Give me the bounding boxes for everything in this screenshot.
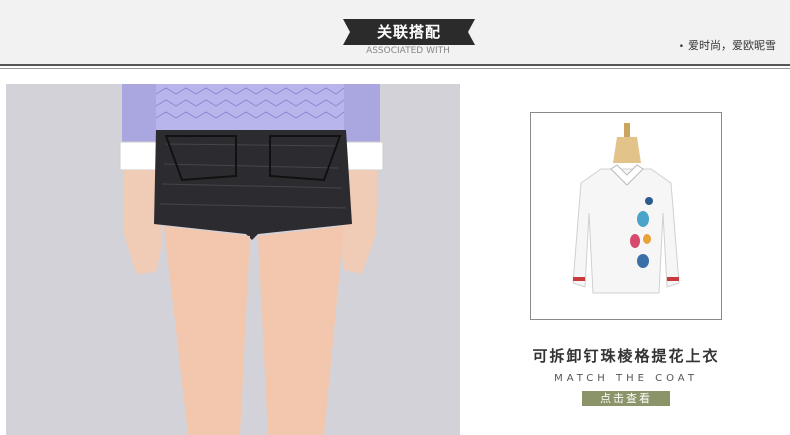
ribbon-left-icon [343, 19, 363, 45]
product-tagline: MATCH THE COAT [554, 373, 698, 384]
model-photo [6, 84, 460, 435]
header-divider-thin [0, 68, 790, 69]
product-name[interactable]: 可拆卸钉珠棱格提花上衣 [510, 345, 742, 366]
section-subtitle: ASSOCIATED WITH [366, 46, 450, 56]
model-illustration [6, 84, 460, 435]
bullet-icon: • [678, 42, 684, 52]
blouse-illustration [531, 113, 721, 319]
view-details-button[interactable]: 点击查看 [582, 391, 670, 406]
brand-slogan-text: 爱时尚，爱欧昵雪 [688, 39, 776, 52]
ribbon-right-icon [455, 19, 475, 45]
product-thumbnail[interactable] [530, 112, 722, 320]
brand-slogan: • 爱时尚，爱欧昵雪 [679, 37, 776, 53]
header-divider [0, 64, 790, 66]
section-title: 关联搭配 [362, 19, 456, 45]
